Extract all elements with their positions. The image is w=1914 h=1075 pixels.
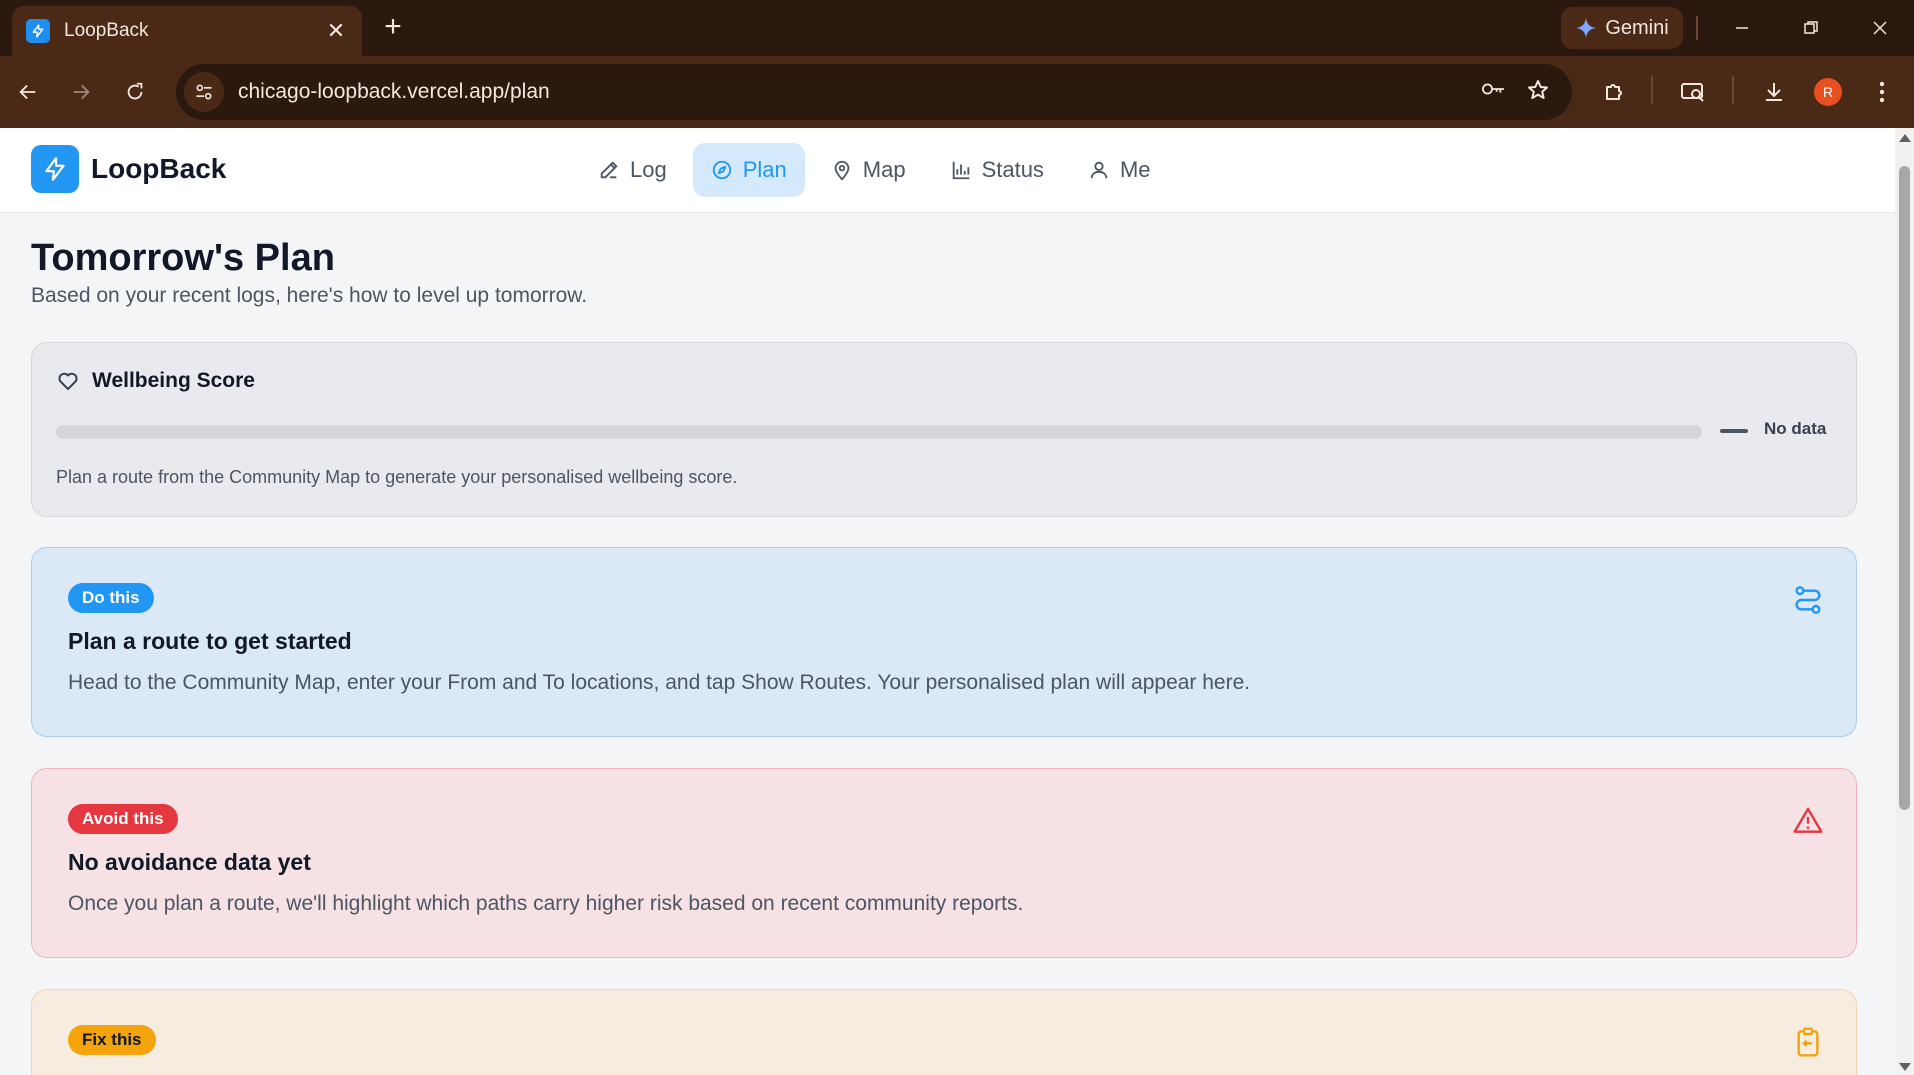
scrollbar-thumb[interactable] xyxy=(1899,166,1910,810)
fix-this-badge: Fix this xyxy=(68,1025,156,1055)
wellbeing-progress-bar xyxy=(56,425,1702,439)
menu-kebab-icon[interactable] xyxy=(1864,74,1900,110)
nav-me[interactable]: Me xyxy=(1070,143,1169,197)
divider xyxy=(1651,76,1653,104)
download-icon[interactable] xyxy=(1756,74,1792,110)
do-this-title: Plan a route to get started xyxy=(68,628,352,654)
user-icon xyxy=(1090,161,1108,179)
wellbeing-heading: Wellbeing Score xyxy=(56,369,255,393)
restore-button[interactable] xyxy=(1791,12,1831,44)
nav-log[interactable]: Log xyxy=(580,143,685,197)
nav-me-label: Me xyxy=(1119,157,1151,182)
avoid-this-card: Avoid this No avoidance data yet Once yo… xyxy=(31,768,1857,958)
main-nav: Log Plan Map Status Me xyxy=(580,143,1169,197)
tab-favicon-icon xyxy=(26,19,50,43)
warning-triangle-icon xyxy=(1793,807,1823,833)
reload-icon[interactable] xyxy=(117,74,153,110)
new-tab-button[interactable]: + xyxy=(377,10,409,44)
tab-close-icon[interactable]: ✕ xyxy=(324,18,348,44)
page-subtitle: Based on your recent logs, here's how to… xyxy=(31,284,588,307)
close-window-button[interactable] xyxy=(1860,12,1900,44)
extensions-puzzle-icon[interactable] xyxy=(1596,74,1632,110)
gemini-label: Gemini xyxy=(1605,16,1669,39)
compass-icon xyxy=(712,160,731,180)
nav-log-label: Log xyxy=(630,157,667,182)
app-name[interactable]: LoopBack xyxy=(91,153,226,185)
address-bar[interactable]: chicago-loopback.vercel.app/plan xyxy=(176,64,1572,120)
map-pin-icon xyxy=(834,160,850,181)
back-arrow-icon[interactable] xyxy=(10,74,46,110)
bar-chart-icon xyxy=(952,161,969,180)
password-key-icon[interactable] xyxy=(1480,78,1506,107)
tab-title: LoopBack xyxy=(64,20,149,41)
fix-this-card: Fix this xyxy=(31,989,1857,1075)
browser-toolbar: chicago-loopback.vercel.app/plan R xyxy=(0,56,1914,128)
pencil-icon xyxy=(600,161,618,179)
url-text[interactable]: chicago-loopback.vercel.app/plan xyxy=(238,80,1480,104)
wellbeing-score-card: Wellbeing Score No data Plan a route fro… xyxy=(31,342,1857,517)
do-this-description: Head to the Community Map, enter your Fr… xyxy=(68,671,1251,694)
do-this-badge: Do this xyxy=(68,583,154,613)
divider xyxy=(1696,16,1698,40)
scroll-down-arrow-icon[interactable] xyxy=(1899,1063,1911,1071)
nav-plan[interactable]: Plan xyxy=(692,143,805,197)
nav-plan-label: Plan xyxy=(742,157,787,182)
profile-avatar[interactable]: R xyxy=(1814,78,1842,106)
site-settings-icon[interactable] xyxy=(184,72,224,112)
forward-arrow-icon[interactable] xyxy=(63,74,99,110)
nav-status[interactable]: Status xyxy=(932,143,1062,197)
page-scrollbar[interactable] xyxy=(1895,128,1914,1075)
avoid-this-title: No avoidance data yet xyxy=(68,849,311,875)
wellbeing-heading-label: Wellbeing Score xyxy=(92,369,255,392)
bookmark-star-icon[interactable] xyxy=(1526,78,1550,107)
browser-tab-strip: LoopBack ✕ + Gemini xyxy=(0,0,1914,56)
nav-map[interactable]: Map xyxy=(813,143,924,197)
divider xyxy=(1732,76,1734,104)
score-dash-icon xyxy=(1720,429,1748,433)
nav-map-label: Map xyxy=(862,157,906,182)
browser-tab[interactable]: LoopBack ✕ xyxy=(12,6,362,56)
avoid-this-description: Once you plan a route, we'll highlight w… xyxy=(68,892,1024,915)
minimize-button[interactable] xyxy=(1722,12,1762,44)
nav-status-label: Status xyxy=(981,157,1044,182)
page-title: Tomorrow's Plan xyxy=(31,237,335,279)
route-icon xyxy=(1795,586,1821,614)
scroll-up-arrow-icon[interactable] xyxy=(1899,134,1911,142)
wellbeing-status: No data xyxy=(1764,419,1827,438)
gemini-sparkle-icon xyxy=(1576,17,1597,39)
app-header: LoopBack Log Plan Map Status Me xyxy=(0,128,1895,213)
clipboard-icon xyxy=(1797,1027,1819,1057)
gemini-button[interactable]: Gemini xyxy=(1561,7,1683,49)
wellbeing-note: Plan a route from the Community Map to g… xyxy=(56,467,738,487)
logo-icon[interactable] xyxy=(31,145,79,193)
do-this-card: Do this Plan a route to get started Head… xyxy=(31,547,1857,737)
tab-search-icon[interactable] xyxy=(1675,74,1711,110)
heart-icon xyxy=(58,372,78,390)
avoid-this-badge: Avoid this xyxy=(68,804,178,834)
